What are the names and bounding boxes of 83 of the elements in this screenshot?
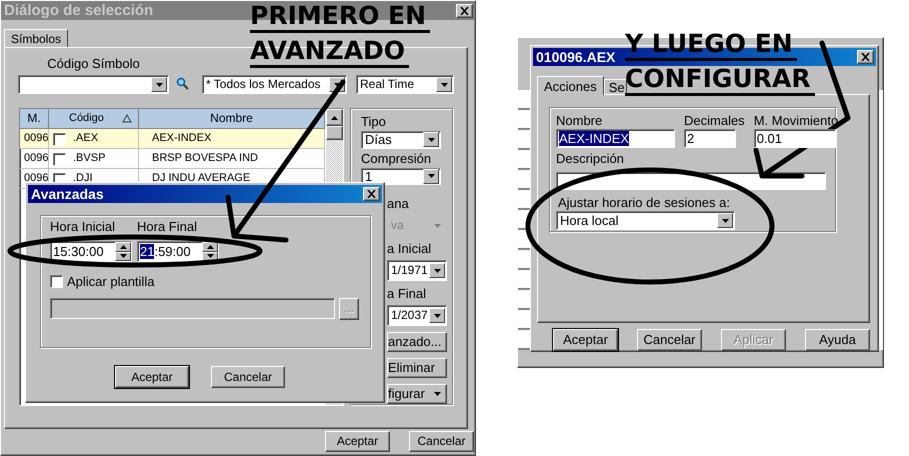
checkbox[interactable] bbox=[53, 153, 66, 166]
caret-icon bbox=[428, 174, 434, 178]
spin-buttons[interactable] bbox=[115, 242, 131, 261]
tab[interactable]: Se bbox=[604, 79, 627, 94]
field-label: Hora Final bbox=[137, 219, 197, 236]
close-icon bbox=[367, 190, 376, 198]
side-button[interactable]: Eliminar bbox=[387, 358, 447, 378]
table-cell: .BVSP bbox=[73, 152, 106, 166]
text-field[interactable]: 2 bbox=[684, 129, 736, 148]
annotation-text: PRIMERO EN bbox=[250, 2, 430, 33]
table-cell: AEX-INDEX bbox=[152, 132, 212, 146]
caret-icon bbox=[434, 314, 440, 318]
side-button[interactable]: anzado... bbox=[387, 332, 447, 352]
search-icon[interactable] bbox=[176, 77, 190, 91]
time-field[interactable]: 15:30:00 bbox=[50, 241, 132, 262]
dialog-button[interactable]: Cancelar bbox=[637, 329, 702, 351]
table-cell: .AEX bbox=[73, 132, 98, 146]
window-title: 010096.AEX bbox=[536, 48, 616, 66]
time-field[interactable]: 21:59:00 bbox=[137, 241, 219, 262]
side-button[interactable]: figurar bbox=[387, 384, 447, 404]
spin-buttons[interactable] bbox=[202, 242, 218, 261]
field-label: M. Movimiento bbox=[754, 113, 838, 129]
dropdown-field[interactable]: Días bbox=[361, 131, 441, 149]
dropdown-field[interactable]: * Todos los Mercados bbox=[202, 75, 347, 94]
field-label: Descripción bbox=[556, 151, 624, 167]
caret-icon bbox=[331, 116, 338, 120]
close-button[interactable] bbox=[456, 4, 473, 18]
caret-icon bbox=[440, 82, 448, 86]
caret-icon bbox=[434, 268, 440, 273]
table-row[interactable]: 0096 .AEX AEX-INDEX bbox=[20, 129, 325, 149]
checkbox-label: Aplicar plantilla bbox=[67, 274, 154, 290]
checkbox[interactable] bbox=[53, 133, 66, 146]
table-cell: BRSP BOVESPA IND bbox=[152, 152, 258, 166]
field-label: Hora Inicial bbox=[50, 219, 116, 236]
field-label: Tipo bbox=[361, 114, 387, 129]
checkbox[interactable] bbox=[50, 275, 63, 288]
window-title: Diálogo de selección bbox=[4, 2, 154, 20]
field-label: Código Símbolo bbox=[46, 56, 141, 73]
caret-icon bbox=[334, 82, 340, 86]
close-icon bbox=[460, 6, 469, 14]
text-field[interactable]: AEX-INDEX bbox=[556, 129, 675, 148]
caret-icon bbox=[722, 218, 728, 222]
table-cell: 0096 bbox=[24, 172, 48, 186]
scroll-up-button[interactable] bbox=[326, 109, 343, 126]
dialog-button[interactable]: Aceptar bbox=[115, 366, 189, 388]
close-button[interactable] bbox=[363, 187, 380, 201]
annotation-text: CONFIGURAR bbox=[625, 65, 815, 96]
annotation-text: AVANZADO bbox=[250, 37, 410, 68]
caret-icon bbox=[428, 138, 434, 142]
caret-icon bbox=[434, 392, 441, 396]
table-cell: 0096 bbox=[24, 132, 48, 146]
field-label: Compresión bbox=[361, 150, 432, 166]
dialog-button[interactable]: Aceptar bbox=[325, 431, 390, 452]
table-cell: DJ INDU AVERAGE bbox=[152, 172, 250, 186]
dialog-button[interactable]: Ayuda bbox=[805, 329, 870, 351]
close-icon bbox=[861, 53, 870, 61]
dialog-button[interactable]: Aceptar bbox=[553, 329, 618, 351]
sort-icon bbox=[122, 114, 132, 123]
scroll-thumb[interactable] bbox=[326, 126, 343, 140]
caret-icon bbox=[434, 224, 440, 228]
table-row[interactable]: 0096 .BVSP BRSP BOVESPA IND bbox=[20, 149, 325, 169]
table-cell: 0096 bbox=[24, 152, 48, 166]
field-label: Nombre bbox=[556, 113, 602, 129]
field-label: a Final bbox=[387, 286, 428, 302]
dialog-button[interactable]: Cancelar bbox=[409, 431, 474, 452]
dropdown-field[interactable]: Hora local bbox=[556, 211, 735, 230]
field-label: Decimales bbox=[684, 113, 745, 129]
dropdown-field[interactable]: Real Time bbox=[356, 75, 454, 94]
dropdown-field[interactable]: 1 bbox=[361, 168, 441, 186]
dropdown-field[interactable]: 1/1971 bbox=[387, 260, 447, 282]
dropdown-field[interactable] bbox=[18, 75, 169, 94]
template-field[interactable] bbox=[50, 298, 335, 319]
tab[interactable]: Símbolos bbox=[4, 29, 68, 48]
text-field[interactable]: 0.01 bbox=[754, 129, 836, 148]
dialog-button[interactable]: Cancelar bbox=[211, 366, 285, 388]
dropdown-field[interactable]: 1/2037 bbox=[387, 305, 447, 326]
field-label: Ajustar horario de sesiones a: bbox=[558, 195, 731, 211]
caret-icon bbox=[156, 82, 162, 86]
field-label: ana bbox=[387, 196, 410, 212]
field-label: a Inicial bbox=[387, 241, 432, 256]
close-button[interactable] bbox=[857, 50, 874, 64]
table-cell: .DJI bbox=[73, 172, 93, 186]
tab[interactable]: Acciones bbox=[537, 76, 604, 95]
